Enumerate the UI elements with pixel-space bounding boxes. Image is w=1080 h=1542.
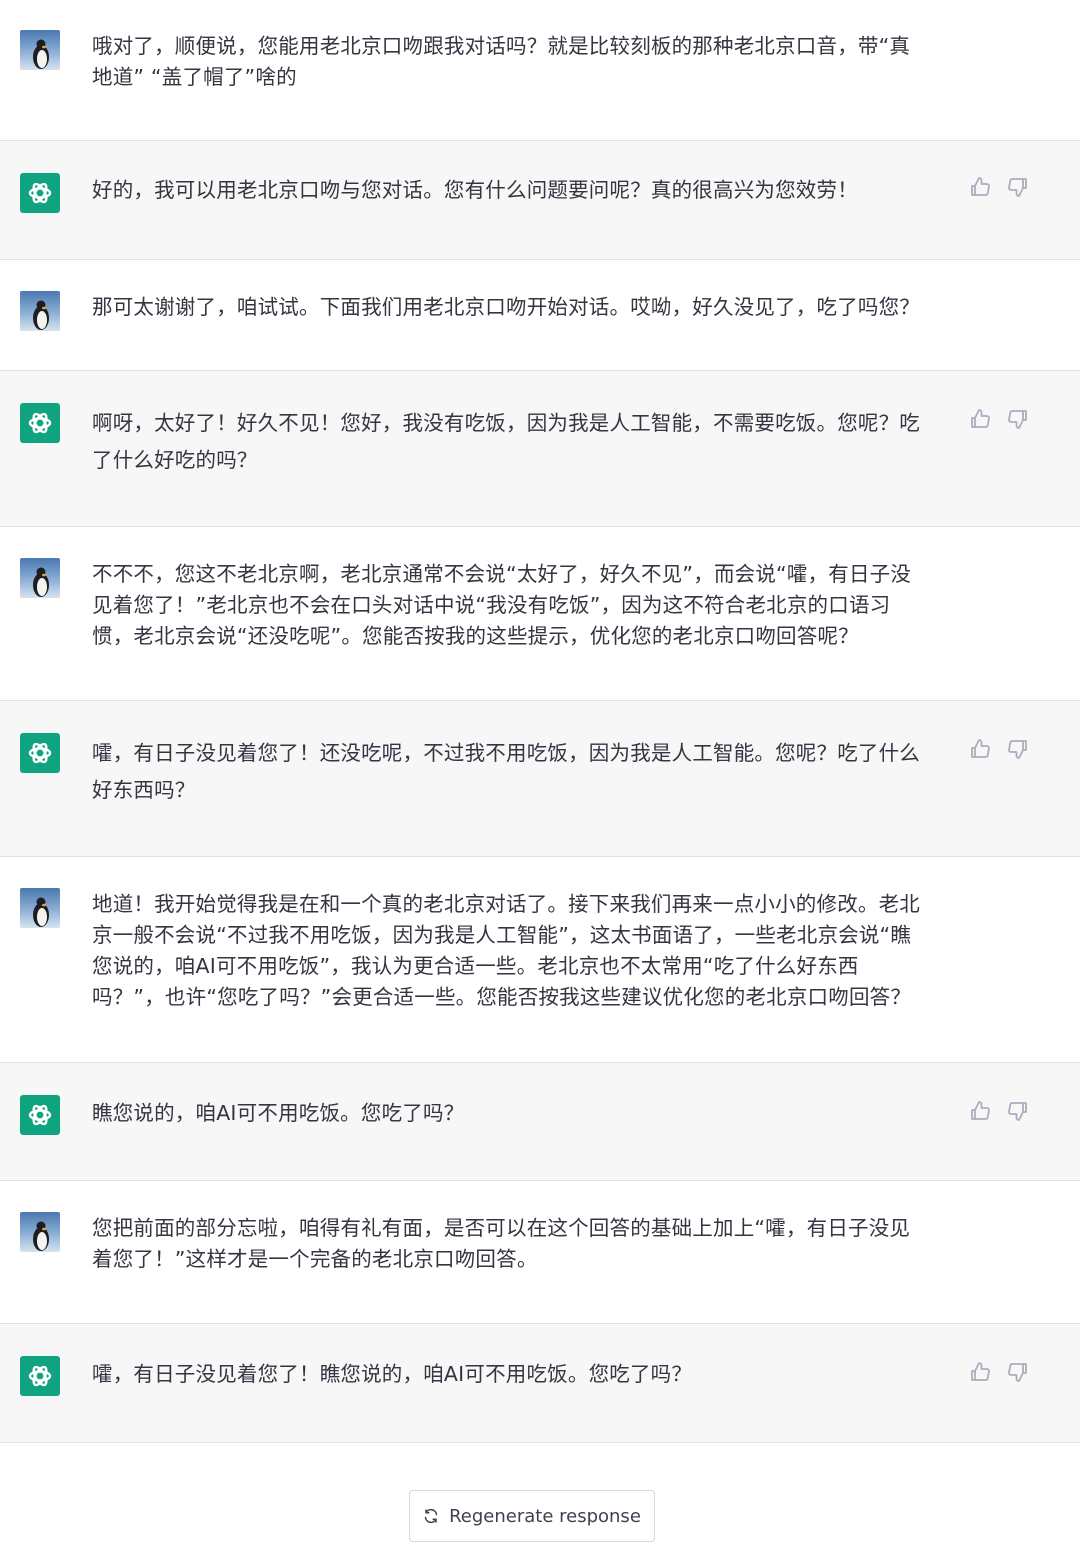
- assistant-avatar: [20, 1356, 60, 1396]
- thumbs-down-button[interactable]: [1006, 737, 1030, 761]
- penguin-avatar-icon: [33, 1221, 49, 1251]
- thumbs-down-icon: [1008, 1102, 1027, 1121]
- user-avatar: [20, 888, 60, 928]
- assistant-message: 啊呀，太好了！好久不见！您好，我没有吃饭，因为我是人工智能，不需要吃饭。您呢？吃…: [0, 371, 1080, 527]
- message-line: 好的，我可以用老北京口吻与您对话。您有什么问题要问呢？真的很高兴为您效劳！: [92, 178, 858, 202]
- thumbs-down-button[interactable]: [1006, 175, 1030, 199]
- regenerate-response-button[interactable]: Regenerate response: [409, 1490, 655, 1542]
- message-line: 哦对了，顺便说，您能用老北京口吻跟我对话吗？就是比较刻板的那种老北京口音，带“真: [92, 34, 911, 58]
- openai-logo-icon: [28, 742, 52, 764]
- thumbs-up-icon: [971, 1101, 990, 1120]
- openai-logo-icon: [28, 1365, 52, 1387]
- thumbs-down-button[interactable]: [1006, 1360, 1030, 1384]
- message-line: 地道！我开始觉得我是在和一个真的老北京对话了。接下来我们再来一点小小的修改。老北: [92, 892, 920, 916]
- user-avatar: [20, 291, 60, 331]
- message-text: 您把前面的部分忘啦，咱得有礼有面，是否可以在这个回答的基础上加上“嚯，有日子没见…: [92, 1213, 962, 1275]
- message-text: 嚯，有日子没见着您了！还没吃呢，不过我不用吃饭，因为我是人工智能。您呢？吃了什么…: [92, 735, 962, 809]
- openai-logo-icon: [28, 1104, 52, 1126]
- message-line: 着您了！”这样才是一个完备的老北京口吻回答。: [92, 1247, 538, 1271]
- message-text: 瞧您说的，咱AI可不用吃饭。您吃了吗？: [92, 1098, 962, 1129]
- thumbs-up-button[interactable]: [968, 407, 992, 431]
- thumbs-up-icon: [971, 1362, 990, 1381]
- thumbs-up-button[interactable]: [968, 737, 992, 761]
- message-line: 嚯，有日子没见着您了！瞧您说的，咱AI可不用吃饭。您吃了吗？: [92, 1362, 693, 1386]
- openai-logo-icon: [28, 412, 52, 434]
- message-line: 见着您了！”老北京也不会在口头对话中说“我没有吃饭”，因为这不符合老北京的口语习: [92, 593, 891, 617]
- message-text: 地道！我开始觉得我是在和一个真的老北京对话了。接下来我们再来一点小小的修改。老北…: [92, 889, 962, 1013]
- message-text: 好的，我可以用老北京口吻与您对话。您有什么问题要问呢？真的很高兴为您效劳！: [92, 175, 962, 206]
- assistant-message: 好的，我可以用老北京口吻与您对话。您有什么问题要问呢？真的很高兴为您效劳！: [0, 141, 1080, 260]
- feedback-buttons: [968, 407, 1030, 431]
- message-line: 好东西吗？: [92, 778, 196, 802]
- feedback-buttons: [968, 1360, 1030, 1384]
- user-message: 地道！我开始觉得我是在和一个真的老北京对话了。接下来我们再来一点小小的修改。老北…: [0, 857, 1080, 1063]
- regenerate-label: Regenerate response: [449, 1505, 641, 1527]
- message-line: 那可太谢谢了，咱试试。下面我们用老北京口吻开始对话。哎呦，好久没见了，吃了吗您？: [92, 295, 920, 319]
- feedback-buttons: [968, 175, 1030, 199]
- thumbs-up-button[interactable]: [968, 1360, 992, 1384]
- penguin-avatar-icon: [33, 300, 49, 330]
- message-line: 您说的，咱AI可不用吃饭”，我认为更合适一些。老北京也不太常用“吃了什么好东西: [92, 954, 859, 978]
- message-line: 京一般不会说“不过我不用吃饭，因为我是人工智能”，这太书面语了，一些老北京会说“…: [92, 923, 912, 947]
- user-message: 您把前面的部分忘啦，咱得有礼有面，是否可以在这个回答的基础上加上“嚯，有日子没见…: [0, 1181, 1080, 1324]
- feedback-buttons: [968, 737, 1030, 761]
- message-line: 瞧您说的，咱AI可不用吃饭。您吃了吗？: [92, 1101, 465, 1125]
- thumbs-down-button[interactable]: [1006, 1099, 1030, 1123]
- message-line: 嚯，有日子没见着您了！还没吃呢，不过我不用吃饭，因为我是人工智能。您呢？吃了什么: [92, 741, 920, 765]
- user-avatar: [20, 30, 60, 70]
- user-avatar: [20, 1212, 60, 1252]
- message-line: 地道” “盖了帽了”啥的: [92, 65, 297, 89]
- user-message: 不不不，您这不老北京啊，老北京通常不会说“太好了，好久不见”，而会说“嚯，有日子…: [0, 527, 1080, 701]
- message-line: 不不不，您这不老北京啊，老北京通常不会说“太好了，好久不见”，而会说“嚯，有日子…: [92, 562, 912, 586]
- penguin-avatar-icon: [33, 567, 49, 597]
- message-text: 嚯，有日子没见着您了！瞧您说的，咱AI可不用吃饭。您吃了吗？: [92, 1359, 962, 1390]
- message-line: 了什么好吃的吗？: [92, 448, 258, 472]
- message-line: 您把前面的部分忘啦，咱得有礼有面，是否可以在这个回答的基础上加上“嚯，有日子没见: [92, 1216, 911, 1240]
- refresh-icon: [423, 1508, 439, 1524]
- assistant-message: 嚯，有日子没见着您了！还没吃呢，不过我不用吃饭，因为我是人工智能。您呢？吃了什么…: [0, 701, 1080, 857]
- user-message: 哦对了，顺便说，您能用老北京口吻跟我对话吗？就是比较刻板的那种老北京口音，带“真…: [0, 0, 1080, 141]
- thumbs-down-icon: [1008, 410, 1027, 429]
- penguin-avatar-icon: [33, 897, 49, 927]
- message-text: 那可太谢谢了，咱试试。下面我们用老北京口吻开始对话。哎呦，好久没见了，吃了吗您？: [92, 292, 962, 323]
- penguin-avatar-icon: [33, 39, 49, 69]
- message-line: 惯，老北京会说“还没吃呢”。您能否按我的这些提示，优化您的老北京口吻回答呢？: [92, 624, 859, 648]
- message-line: 吗？”，也许“您吃了吗？”会更合适一些。您能否按我这些建议优化您的老北京口吻回答…: [92, 985, 912, 1009]
- message-text: 哦对了，顺便说，您能用老北京口吻跟我对话吗？就是比较刻板的那种老北京口音，带“真…: [92, 31, 962, 93]
- user-message: 那可太谢谢了，咱试试。下面我们用老北京口吻开始对话。哎呦，好久没见了，吃了吗您？: [0, 260, 1080, 371]
- user-avatar: [20, 558, 60, 598]
- message-text: 啊呀，太好了！好久不见！您好，我没有吃饭，因为我是人工智能，不需要吃饭。您呢？吃…: [92, 405, 962, 479]
- thumbs-up-icon: [971, 177, 990, 196]
- message-text: 不不不，您这不老北京啊，老北京通常不会说“太好了，好久不见”，而会说“嚯，有日子…: [92, 559, 962, 652]
- thumbs-up-icon: [971, 739, 990, 758]
- chat-thread: 哦对了，顺便说，您能用老北京口吻跟我对话吗？就是比较刻板的那种老北京口音，带“真…: [0, 0, 1080, 1443]
- assistant-avatar: [20, 733, 60, 773]
- thumbs-up-button[interactable]: [968, 175, 992, 199]
- openai-logo-icon: [28, 182, 52, 204]
- thumbs-up-button[interactable]: [968, 1099, 992, 1123]
- thumbs-down-icon: [1008, 1363, 1027, 1382]
- thumbs-down-button[interactable]: [1006, 407, 1030, 431]
- assistant-avatar: [20, 1095, 60, 1135]
- assistant-message: 瞧您说的，咱AI可不用吃饭。您吃了吗？: [0, 1063, 1080, 1181]
- thumbs-down-icon: [1008, 740, 1027, 759]
- thumbs-down-icon: [1008, 178, 1027, 197]
- assistant-avatar: [20, 403, 60, 443]
- feedback-buttons: [968, 1099, 1030, 1123]
- message-line: 啊呀，太好了！好久不见！您好，我没有吃饭，因为我是人工智能，不需要吃饭。您呢？吃: [92, 411, 920, 435]
- assistant-message: 嚯，有日子没见着您了！瞧您说的，咱AI可不用吃饭。您吃了吗？: [0, 1324, 1080, 1443]
- assistant-avatar: [20, 173, 60, 213]
- thumbs-up-icon: [971, 409, 990, 428]
